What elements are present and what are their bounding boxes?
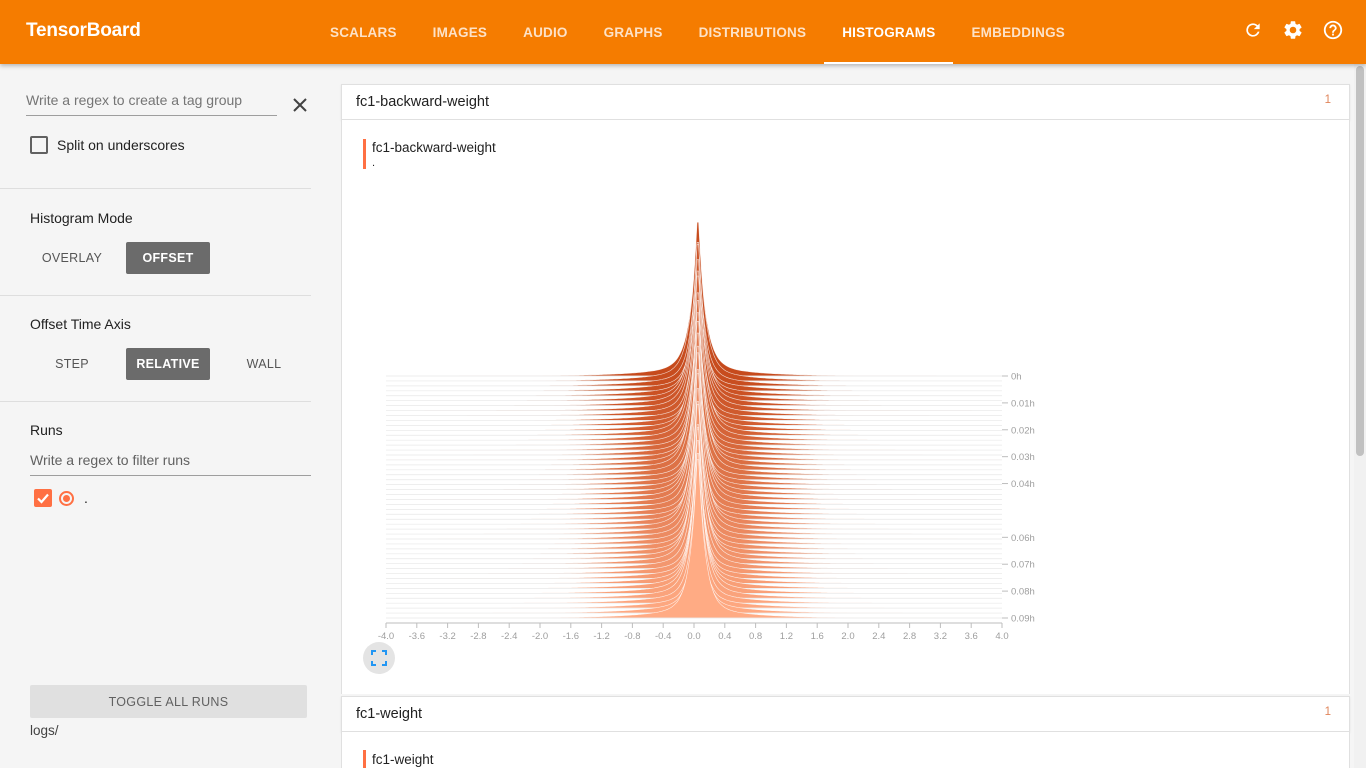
histogram-mode-title: Histogram Mode — [30, 210, 133, 226]
x-tick-label: -1.2 — [593, 631, 609, 642]
x-tick-label: 0.8 — [749, 631, 762, 642]
relative-button[interactable]: RELATIVE — [126, 348, 210, 380]
x-tick-label: -2.8 — [470, 631, 486, 642]
split-underscores-label: Split on underscores — [57, 137, 185, 153]
offset-button[interactable]: OFFSET — [126, 242, 210, 274]
category-count: 1 — [1324, 706, 1331, 718]
tab-distributions[interactable]: DISTRIBUTIONS — [681, 0, 825, 64]
x-tick-label: -2.4 — [501, 631, 517, 642]
x-tick-label: -2.0 — [532, 631, 548, 642]
x-tick-label: -4.0 — [378, 631, 394, 642]
x-tick-label: 3.6 — [965, 631, 978, 642]
expand-icon[interactable] — [363, 642, 395, 674]
step-button[interactable]: STEP — [30, 348, 114, 380]
scrollbar-thumb[interactable] — [1356, 66, 1364, 456]
category-header[interactable]: fc1-weight 1 — [341, 696, 1350, 732]
overlay-button[interactable]: OVERLAY — [30, 242, 114, 274]
x-tick-label: 0.0 — [687, 631, 700, 642]
x-tick-label: 1.2 — [780, 631, 793, 642]
sidebar: Split on underscores Histogram Mode OVER… — [0, 64, 326, 768]
runs-title: Runs — [30, 422, 63, 438]
gear-icon[interactable] — [1282, 18, 1304, 42]
run-color-bar — [363, 750, 366, 768]
split-underscores-option: Split on underscores — [30, 136, 185, 154]
tab-embeddings[interactable]: EMBEDDINGS — [953, 0, 1083, 64]
offset-time-axis-title: Offset Time Axis — [30, 316, 131, 332]
scrollbar[interactable] — [1354, 64, 1366, 768]
refresh-icon[interactable] — [1242, 18, 1264, 42]
y-tick-label: 0h — [1011, 372, 1022, 383]
x-tick-label: -1.6 — [563, 631, 579, 642]
histogram-card: fc1-weight — [341, 732, 1350, 768]
tag-group-field — [26, 92, 277, 116]
x-tick-label: -0.8 — [624, 631, 640, 642]
y-tick-label: 0.02h — [1011, 425, 1035, 436]
tab-histograms[interactable]: HISTOGRAMS — [824, 0, 954, 64]
close-icon[interactable] — [290, 95, 310, 115]
toggle-all-runs-button[interactable]: TOGGLE ALL RUNS — [30, 685, 307, 718]
y-tick-label: 0.03h — [1011, 452, 1035, 463]
x-tick-label: -3.6 — [409, 631, 425, 642]
run-checkbox[interactable] — [34, 489, 52, 507]
run-name: . — [84, 490, 88, 506]
divider — [0, 295, 311, 296]
main-content: fc1-backward-weight 1 fc1-backward-weigh… — [326, 64, 1354, 768]
tag-group-input[interactable] — [26, 92, 277, 108]
y-tick-label: 0.07h — [1011, 560, 1035, 571]
histogram-chart[interactable]: -4.0 -3.6 -3.2 -2.8 -2.4 -2.0 -1.6 -1.2 -0.8 -0.4… — [342, 120, 1349, 694]
x-tick-label: 1.6 — [811, 631, 824, 642]
wall-button[interactable]: WALL — [222, 348, 306, 380]
y-tick-label: 0.01h — [1011, 398, 1035, 409]
x-tick-label: 2.0 — [841, 631, 854, 642]
tab-audio[interactable]: AUDIO — [505, 0, 586, 64]
run-filter-input[interactable] — [30, 452, 311, 468]
category-count: 1 — [1324, 94, 1331, 106]
divider — [0, 401, 311, 402]
histogram-card: fc1-backward-weight . -4.0 -3.6 -3.2 -2.8 -2… — [341, 120, 1350, 694]
x-tick-label: 2.4 — [872, 631, 885, 642]
split-underscores-checkbox[interactable] — [30, 136, 48, 154]
x-tick-label: 3.2 — [934, 631, 947, 642]
help-icon[interactable] — [1322, 18, 1344, 42]
x-tick-label: -0.4 — [655, 631, 671, 642]
category-title: fc1-backward-weight — [356, 94, 489, 110]
divider — [0, 188, 311, 189]
x-tick-label: 4.0 — [995, 631, 1008, 642]
log-directory: logs/ — [30, 723, 59, 738]
app-title: TensorBoard — [26, 20, 141, 41]
y-tick-label: 0.04h — [1011, 479, 1035, 490]
x-tick-label: 2.8 — [903, 631, 916, 642]
category-title: fc1-weight — [356, 706, 423, 722]
dashboard-tabs: SCALARS IMAGES AUDIO GRAPHS DISTRIBUTION… — [312, 0, 1083, 64]
y-tick-label: 0.06h — [1011, 533, 1035, 544]
tab-scalars[interactable]: SCALARS — [312, 0, 415, 64]
x-tick-label: -3.2 — [439, 631, 455, 642]
y-tick-label: 0.08h — [1011, 587, 1035, 598]
top-app-bar: TensorBoard SCALARS IMAGES AUDIO GRAPHS … — [0, 0, 1366, 64]
run-color-radio[interactable] — [59, 490, 74, 506]
tab-images[interactable]: IMAGES — [415, 0, 505, 64]
category-header[interactable]: fc1-backward-weight 1 — [341, 84, 1350, 120]
x-tick-label: 0.4 — [718, 631, 731, 642]
chart-title: fc1-weight — [372, 752, 434, 767]
run-filter-field — [30, 452, 311, 476]
y-tick-label: 0.09h — [1011, 614, 1035, 625]
tab-graphs[interactable]: GRAPHS — [586, 0, 681, 64]
run-item: . — [34, 489, 88, 507]
